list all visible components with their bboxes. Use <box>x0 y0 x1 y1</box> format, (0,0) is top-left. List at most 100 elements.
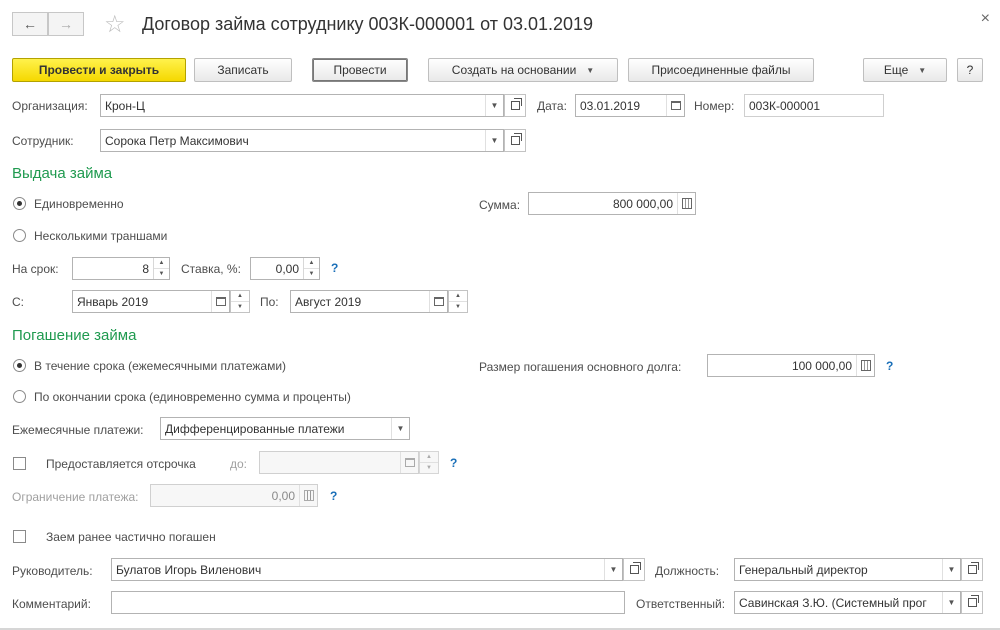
open-icon <box>510 133 522 145</box>
principal-field[interactable]: 100 000,00 <box>707 354 875 377</box>
spin-down-icon[interactable]: ▼ <box>231 301 249 312</box>
repay-section-title: Погашение займа <box>12 327 137 344</box>
from-period-spinner[interactable]: ▲ ▼ <box>230 290 250 313</box>
arrow-left-icon: ← <box>23 16 37 32</box>
spin-down-icon[interactable]: ▼ <box>449 301 467 312</box>
more-button[interactable]: Еще ▼ <box>863 58 947 82</box>
rate-spinner[interactable]: ▲ ▼ <box>303 258 319 279</box>
open-position-button[interactable] <box>961 558 983 581</box>
monthly-payments-select[interactable]: Дифференцированные платежи ▼ <box>160 417 410 440</box>
partially-repaid-checkbox[interactable] <box>13 530 26 543</box>
head-label: Руководитель: <box>12 564 93 578</box>
principal-label: Размер погашения основного долга: <box>479 360 682 374</box>
arrow-right-icon: → <box>59 16 73 32</box>
rate-field[interactable]: 0,00 ▲ ▼ <box>250 257 320 280</box>
payment-limit-field[interactable]: 0,00 <box>150 484 318 507</box>
forward-button[interactable]: → <box>48 12 84 36</box>
to-period-spinner[interactable]: ▲ ▼ <box>448 290 468 313</box>
calculator-icon[interactable] <box>299 485 317 506</box>
employee-field[interactable]: Сорока Петр Максимович ▼ <box>100 129 504 152</box>
repay-end-label: По окончании срока (единовременно сумма … <box>34 390 351 404</box>
position-field[interactable]: Генеральный директор ▼ <box>734 558 961 581</box>
deferral-spinner[interactable]: ▲ ▼ <box>419 451 439 474</box>
date-field[interactable]: 03.01.2019 <box>575 94 685 117</box>
repay-end-radio[interactable] <box>13 390 26 403</box>
post-and-close-button[interactable]: Провести и закрыть <box>12 58 186 82</box>
dropdown-arrow-icon[interactable]: ▼ <box>942 559 960 580</box>
favorite-star-icon[interactable]: ☆ <box>104 10 126 39</box>
amount-value: 800 000,00 <box>612 196 673 211</box>
deferral-checkbox[interactable] <box>13 457 26 470</box>
back-button[interactable]: ← <box>12 12 48 36</box>
attached-files-button[interactable]: Присоединенные файлы <box>628 58 814 82</box>
dropdown-arrow-icon[interactable]: ▼ <box>485 130 503 151</box>
dropdown-arrow-icon[interactable]: ▼ <box>391 418 409 439</box>
open-icon <box>510 98 522 110</box>
save-label: Записать <box>217 63 269 77</box>
payment-limit-value: 0,00 <box>271 488 295 503</box>
date-value: 03.01.2019 <box>580 98 641 113</box>
to-period-field[interactable]: Август 2019 <box>290 290 448 313</box>
create-based-on-button[interactable]: Создать на основании ▼ <box>428 58 618 82</box>
calendar-icon[interactable] <box>429 291 447 312</box>
position-value: Генеральный директор <box>739 562 868 577</box>
open-responsible-button[interactable] <box>961 591 983 614</box>
partially-repaid-label: Заем ранее частично погашен <box>46 530 216 544</box>
spin-up-icon[interactable]: ▲ <box>420 452 438 462</box>
close-icon[interactable]: × <box>981 10 990 28</box>
head-value: Булатов Игорь Виленович <box>116 562 262 577</box>
dropdown-arrow-icon[interactable]: ▼ <box>604 559 622 580</box>
to-label: По: <box>260 295 279 309</box>
spin-up-icon[interactable]: ▲ <box>304 258 319 268</box>
spin-down-icon[interactable]: ▼ <box>420 462 438 473</box>
principal-help-icon[interactable]: ? <box>886 359 893 373</box>
from-period-field[interactable]: Январь 2019 <box>72 290 230 313</box>
calendar-icon[interactable] <box>211 291 229 312</box>
calculator-icon[interactable] <box>677 193 695 214</box>
calculator-icon[interactable] <box>856 355 874 376</box>
open-employee-button[interactable] <box>504 129 526 152</box>
spin-down-icon[interactable]: ▼ <box>154 268 169 279</box>
issue-tranches-label: Несколькими траншами <box>34 229 168 243</box>
open-icon <box>629 562 641 574</box>
rate-label: Ставка, %: <box>181 262 241 276</box>
comment-field[interactable] <box>111 591 625 614</box>
employee-value: Сорока Петр Максимович <box>105 133 249 148</box>
limit-help-icon[interactable]: ? <box>330 489 337 503</box>
dropdown-arrow-icon[interactable]: ▼ <box>942 592 960 613</box>
issue-once-radio[interactable] <box>13 197 26 210</box>
term-spinner[interactable]: ▲ ▼ <box>153 258 169 279</box>
number-field[interactable]: 003К-000001 <box>744 94 884 117</box>
deferral-until-field[interactable] <box>259 451 419 474</box>
spin-up-icon[interactable]: ▲ <box>231 291 249 301</box>
calendar-icon[interactable] <box>400 452 418 473</box>
spin-up-icon[interactable]: ▲ <box>449 291 467 301</box>
payment-limit-label: Ограничение платежа: <box>12 490 139 504</box>
post-button[interactable]: Провести <box>312 58 408 82</box>
post-and-close-label: Провести и закрыть <box>38 63 160 77</box>
spin-down-icon[interactable]: ▼ <box>304 268 319 279</box>
monthly-payments-value: Дифференцированные платежи <box>165 421 345 436</box>
save-button[interactable]: Записать <box>194 58 292 82</box>
amount-field[interactable]: 800 000,00 <box>528 192 696 215</box>
dropdown-arrow-icon[interactable]: ▼ <box>485 95 503 116</box>
rate-help-icon[interactable]: ? <box>331 261 338 275</box>
spin-up-icon[interactable]: ▲ <box>154 258 169 268</box>
organization-field[interactable]: Крон-Ц ▼ <box>100 94 504 117</box>
head-field[interactable]: Булатов Игорь Виленович ▼ <box>111 558 623 581</box>
open-icon <box>967 595 979 607</box>
term-field[interactable]: 8 ▲ ▼ <box>72 257 170 280</box>
post-label: Провести <box>333 63 387 77</box>
help-button[interactable]: ? <box>957 58 983 82</box>
dropdown-arrow-icon: ▼ <box>918 65 927 75</box>
term-label: На срок: <box>12 262 59 276</box>
responsible-field[interactable]: Савинская З.Ю. (Системный прог ▼ <box>734 591 961 614</box>
repay-during-label: В течение срока (ежемесячными платежами) <box>34 359 287 373</box>
issue-tranches-radio[interactable] <box>13 229 26 242</box>
organization-label: Организация: <box>12 99 88 113</box>
calendar-icon[interactable] <box>666 95 684 116</box>
repay-during-radio[interactable] <box>13 359 26 372</box>
open-head-button[interactable] <box>623 558 645 581</box>
open-organization-button[interactable] <box>504 94 526 117</box>
deferral-help-icon[interactable]: ? <box>450 456 457 470</box>
